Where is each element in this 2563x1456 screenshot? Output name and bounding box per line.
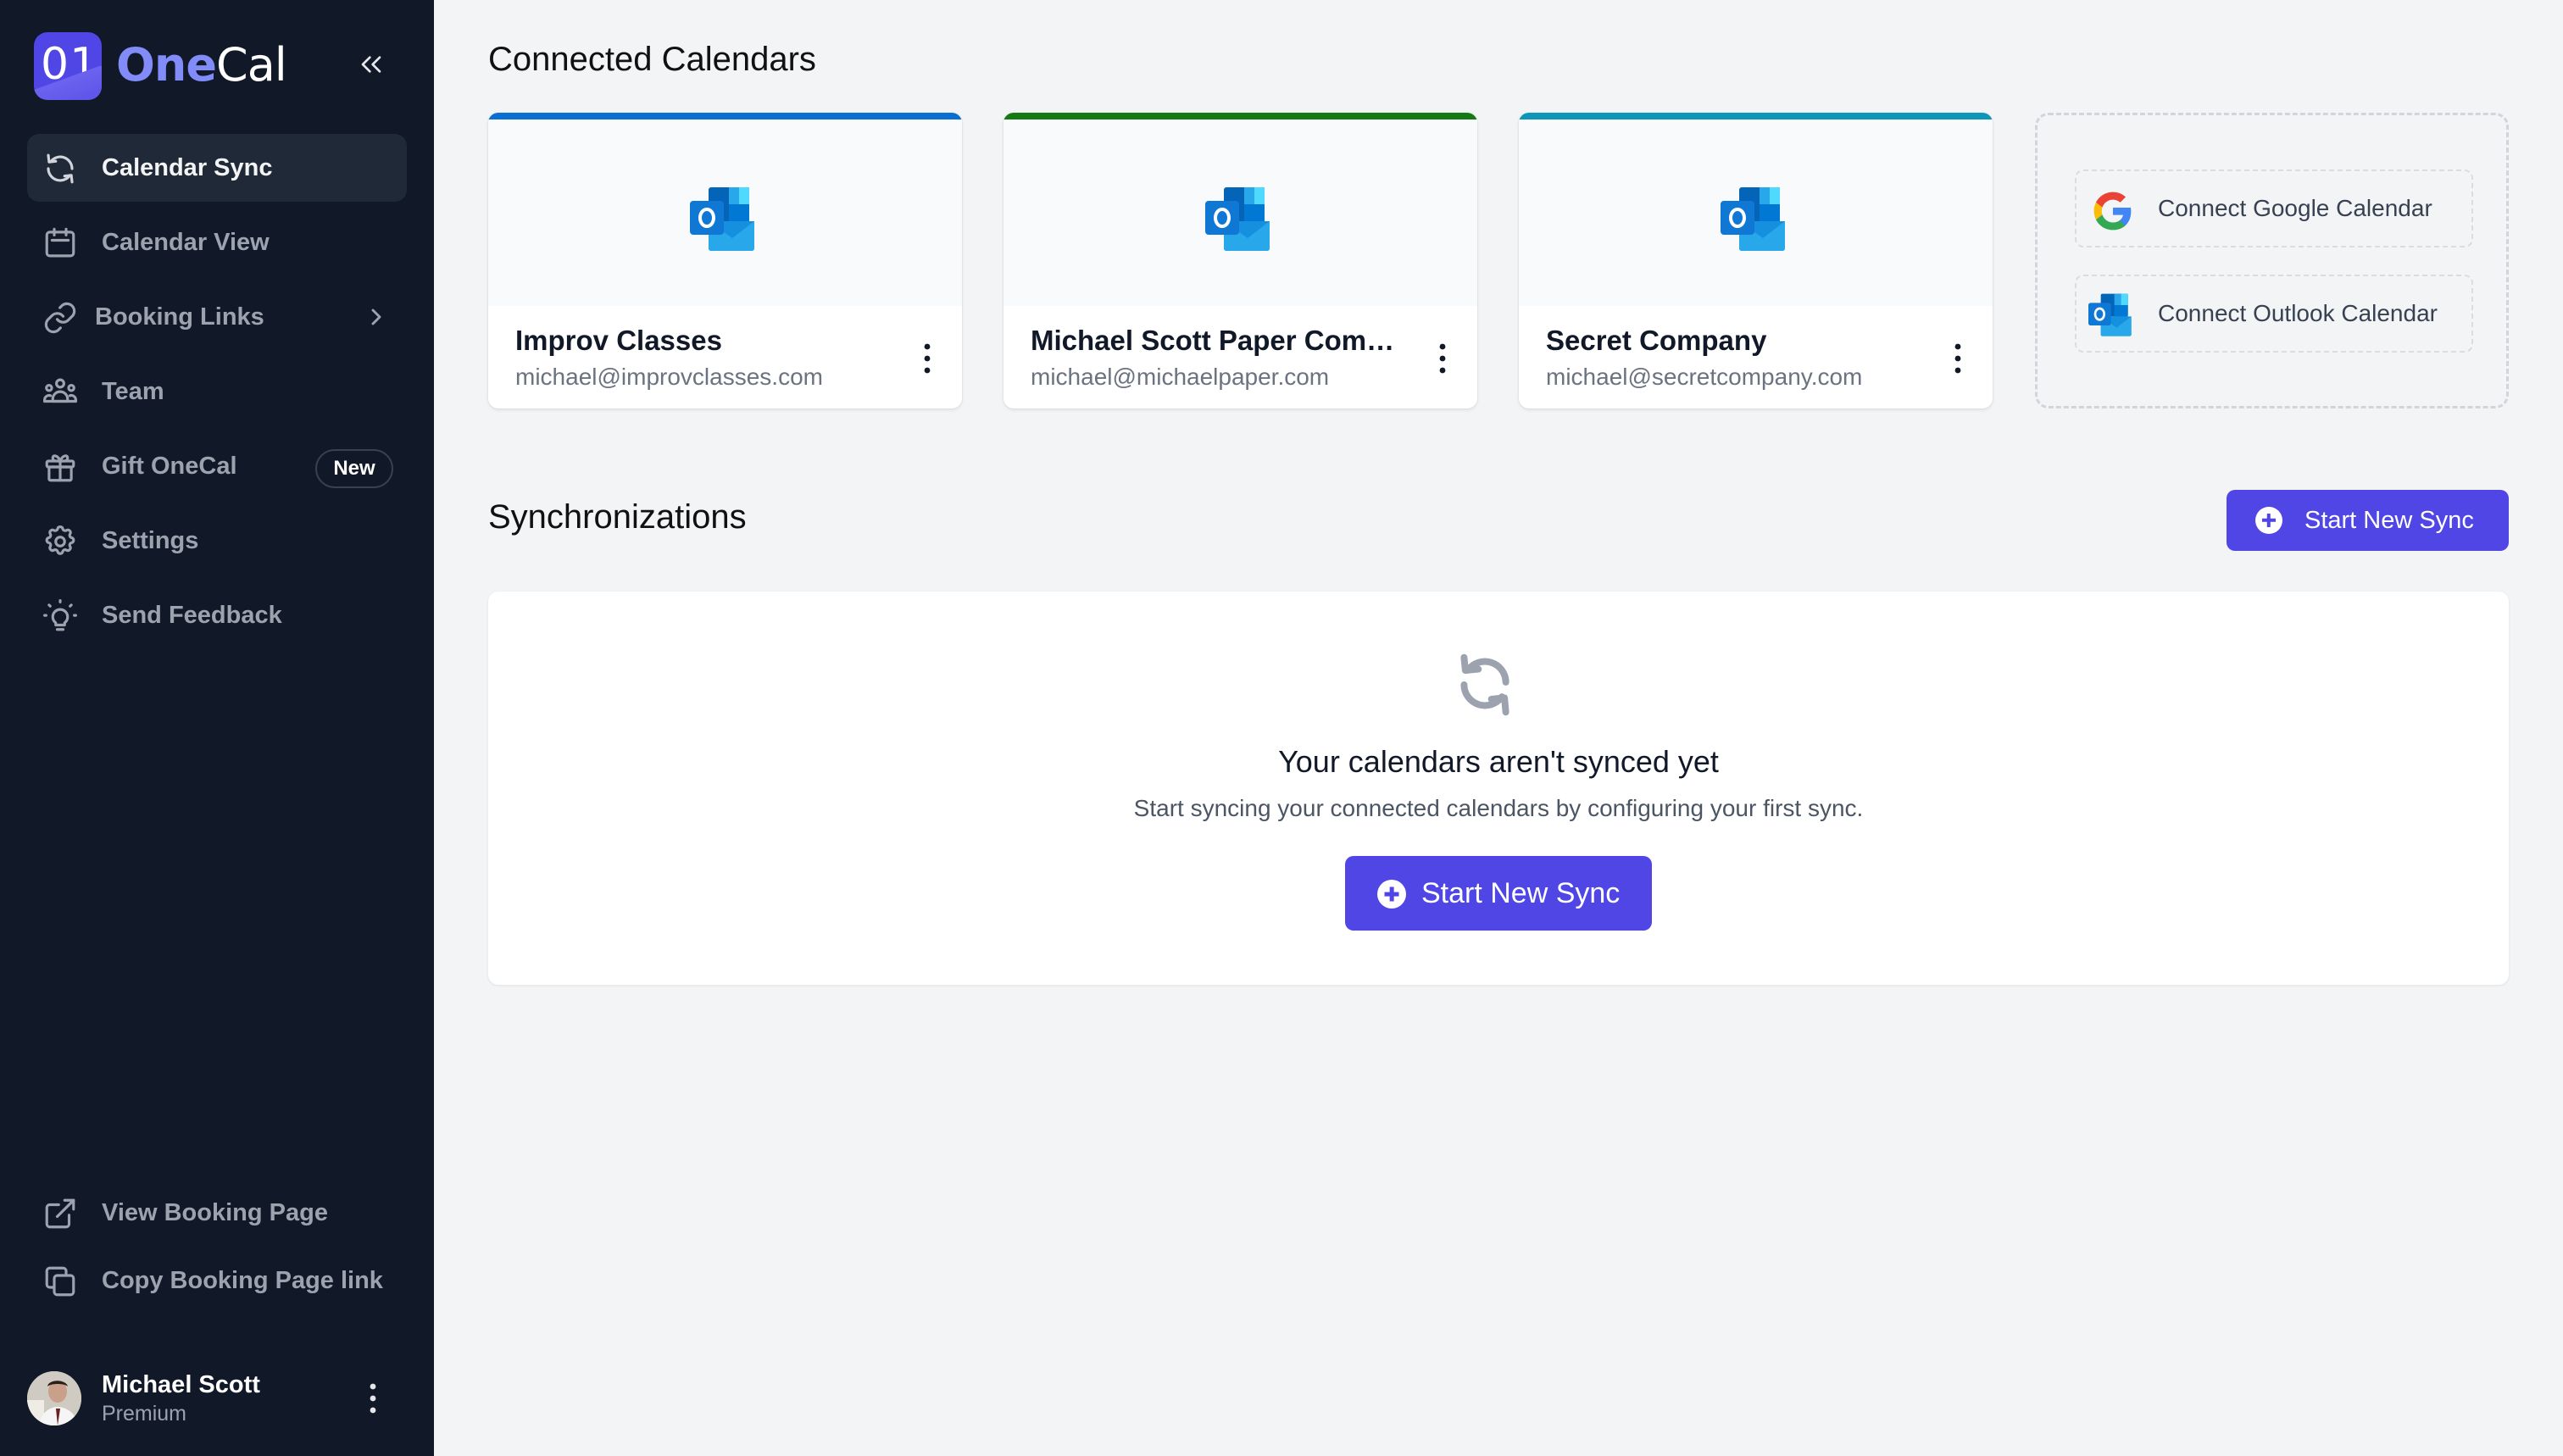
sidebar-item-label: Copy Booking Page link: [102, 1266, 383, 1294]
sidebar-item-booking-links[interactable]: Booking Links: [27, 283, 407, 351]
calendar-card[interactable]: Improv Classes michael@improvclasses.com: [488, 113, 962, 408]
brand-name: OneCal: [116, 38, 287, 92]
connect-outlook-label: Connect Outlook Calendar: [2158, 300, 2438, 326]
start-new-sync-button[interactable]: Start New Sync: [2227, 490, 2509, 551]
synchronizations-title: Synchronizations: [488, 498, 747, 536]
copy-icon: [45, 1266, 75, 1297]
calendar-name: Secret Company: [1546, 325, 1767, 356]
more-vertical-icon[interactable]: [1434, 342, 1451, 375]
start-new-sync-button[interactable]: Start New Sync: [1345, 856, 1652, 931]
connect-outlook-calendar-button[interactable]: Connect Outlook Calendar: [2075, 275, 2473, 353]
outlook-icon: [690, 187, 754, 251]
plus-circle-icon: [1377, 880, 1406, 909]
outlook-icon: [1205, 187, 1270, 251]
chevrons-left-icon: [361, 56, 381, 73]
sidebar-item-label: Calendar Sync: [102, 153, 273, 181]
team-icon: [43, 378, 77, 403]
sync-empty-state: Your calendars aren't synced yet Start s…: [488, 592, 2509, 985]
sidebar-item-label: View Booking Page: [102, 1198, 328, 1226]
calendar-name: Improv Classes: [515, 325, 722, 356]
sidebar-item-calendar-sync[interactable]: Calendar Sync: [27, 134, 407, 202]
sidebar-item-team[interactable]: Team: [27, 358, 407, 425]
sidebar-item-settings[interactable]: Settings: [27, 507, 407, 575]
user-plan: Premium: [102, 1402, 187, 1425]
sidebar: 01 OneCal Calendar Sync Calendar View Bo…: [0, 0, 434, 1456]
onecal-logo-icon[interactable]: 01: [34, 32, 102, 100]
lightbulb-icon: [43, 599, 77, 631]
chevron-right-icon: [371, 308, 381, 325]
connect-calendar-panel: Connect Google Calendar Connect Outlook …: [2035, 113, 2509, 408]
avatar[interactable]: [27, 1371, 81, 1425]
calendar-email: michael@secretcompany.com: [1546, 364, 1863, 390]
gear-icon: [45, 525, 75, 555]
connected-calendars-title: Connected Calendars: [488, 41, 816, 78]
user-name: Michael Scott: [102, 1371, 260, 1398]
sidebar-item-label: Gift OneCal: [102, 452, 237, 480]
gift-icon: [45, 454, 75, 482]
more-vertical-icon[interactable]: [1949, 342, 1966, 375]
calendar-icon: [45, 227, 75, 258]
sidebar-item-calendar-view[interactable]: Calendar View: [27, 208, 407, 276]
view-booking-page-link[interactable]: View Booking Page: [27, 1179, 407, 1247]
outlook-icon: [2088, 293, 2132, 336]
empty-state-title: Your calendars aren't synced yet: [1278, 744, 1719, 779]
outlook-icon: [1721, 187, 1785, 251]
sidebar-item-label: Calendar View: [102, 228, 270, 256]
more-vertical-icon[interactable]: [919, 342, 936, 375]
start-new-sync-label: Start New Sync: [2304, 506, 2474, 534]
copy-booking-link-button[interactable]: Copy Booking Page link: [27, 1247, 407, 1314]
sync-icon: [1460, 653, 1509, 716]
calendar-color-band: [1519, 113, 1993, 119]
calendar-color-band: [1004, 113, 1477, 119]
sync-icon: [47, 153, 74, 184]
calendar-name: Michael Scott Paper Company: [1031, 325, 1404, 356]
sidebar-item-label: Team: [102, 377, 164, 405]
avatar-photo: [27, 1371, 81, 1425]
collapse-sidebar-button[interactable]: [354, 47, 388, 81]
calendar-card[interactable]: Secret Company michael@secretcompany.com: [1519, 113, 1993, 408]
google-icon: [2093, 192, 2132, 231]
sidebar-item-send-feedback[interactable]: Send Feedback: [27, 581, 407, 649]
calendar-card[interactable]: Michael Scott Paper Company michael@mich…: [1004, 113, 1477, 408]
connect-google-label: Connect Google Calendar: [2158, 195, 2432, 221]
more-vertical-icon[interactable]: [364, 1381, 381, 1415]
link-icon: [44, 302, 76, 334]
sidebar-item-label: Settings: [102, 526, 199, 554]
sidebar-item-gift-onecal[interactable]: Gift OneCal New: [27, 432, 407, 500]
start-new-sync-label: Start New Sync: [1421, 876, 1621, 909]
connect-google-calendar-button[interactable]: Connect Google Calendar: [2075, 169, 2473, 247]
user-profile[interactable]: Michael Scott Premium: [27, 1370, 407, 1429]
empty-state-description: Start syncing your connected calendars b…: [1133, 795, 1864, 821]
external-link-icon: [45, 1198, 75, 1229]
calendar-color-band: [488, 113, 962, 119]
sidebar-item-label: Booking Links: [95, 303, 264, 331]
plus-circle-icon: [2255, 507, 2282, 534]
new-badge: New: [315, 449, 393, 488]
calendar-email: michael@improvclasses.com: [515, 364, 823, 390]
sidebar-item-label: Send Feedback: [102, 601, 282, 629]
calendar-email: michael@michaelpaper.com: [1031, 364, 1330, 390]
